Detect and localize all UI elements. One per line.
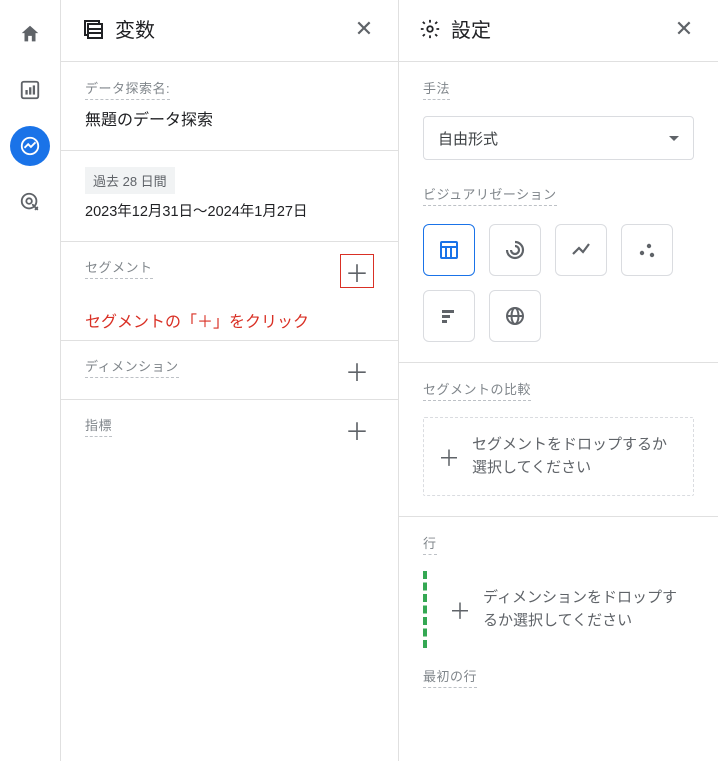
- date-range-picker[interactable]: 過去 28 日間 2023年12月31日～2024年1月27日: [61, 150, 398, 241]
- exploration-name-label: データ探索名:: [85, 78, 170, 100]
- technique-select[interactable]: 自由形式: [423, 116, 694, 160]
- first-row-label: 最初の行: [423, 666, 477, 688]
- viz-table-button[interactable]: [423, 224, 475, 276]
- segment-drop-text: セグメントをドロップするか選択してください: [472, 434, 679, 479]
- close-settings-button[interactable]: ✕: [670, 16, 698, 42]
- table-icon: [437, 238, 461, 262]
- globe-icon: [503, 304, 527, 328]
- date-range-value: 2023年12月31日～2024年1月27日: [85, 200, 374, 221]
- add-metric-button[interactable]: ＋: [340, 412, 374, 446]
- home-icon: [19, 23, 41, 45]
- metrics-label: 指標: [85, 415, 112, 437]
- viz-line-button[interactable]: [555, 224, 607, 276]
- plus-icon: ＋: [449, 594, 471, 626]
- technique-label: 手法: [423, 78, 450, 100]
- nav-advertising[interactable]: [10, 182, 50, 222]
- viz-scatter-button[interactable]: [621, 224, 673, 276]
- viz-bar-button[interactable]: [423, 290, 475, 342]
- segment-compare-dropzone[interactable]: ＋ セグメントをドロップするか選択してください: [423, 417, 694, 496]
- close-variables-button[interactable]: ✕: [350, 16, 378, 42]
- rows-dropzone[interactable]: ＋ ディメンションをドロップするか選択してください: [423, 571, 694, 648]
- viz-geo-button[interactable]: [489, 290, 541, 342]
- technique-value: 自由形式: [438, 128, 498, 149]
- date-range-chip: 過去 28 日間: [85, 167, 175, 194]
- variables-icon: [81, 17, 105, 41]
- rows-drop-text: ディメンションをドロップするか選択してください: [483, 587, 680, 632]
- dimensions-label: ディメンション: [85, 356, 179, 378]
- add-dimension-button[interactable]: ＋: [340, 353, 374, 387]
- segment-compare-label: セグメントの比較: [423, 379, 531, 401]
- chevron-down-icon: [669, 136, 679, 141]
- exploration-name-input[interactable]: 無題のデータ探索: [85, 106, 374, 130]
- explore-icon: [19, 135, 41, 157]
- visualization-label: ビジュアリゼーション: [423, 184, 557, 206]
- rows-label: 行: [423, 533, 437, 555]
- segment-annotation: セグメントの「＋」をクリック: [85, 308, 374, 332]
- segments-label: セグメント: [85, 257, 153, 279]
- add-segment-button[interactable]: ＋: [340, 254, 374, 288]
- target-icon: [19, 191, 41, 213]
- bar-icon: [437, 304, 461, 328]
- nav-home[interactable]: [10, 14, 50, 54]
- donut-icon: [503, 238, 527, 262]
- gear-icon: [419, 18, 441, 40]
- nav-reports[interactable]: [10, 70, 50, 110]
- bar-chart-icon: [19, 79, 41, 101]
- scatter-icon: [635, 238, 659, 262]
- settings-title: 設定: [451, 14, 660, 43]
- line-icon: [569, 238, 593, 262]
- nav-explore[interactable]: [10, 126, 50, 166]
- plus-icon: ＋: [438, 441, 460, 473]
- variables-title: 変数: [115, 14, 340, 43]
- viz-donut-button[interactable]: [489, 224, 541, 276]
